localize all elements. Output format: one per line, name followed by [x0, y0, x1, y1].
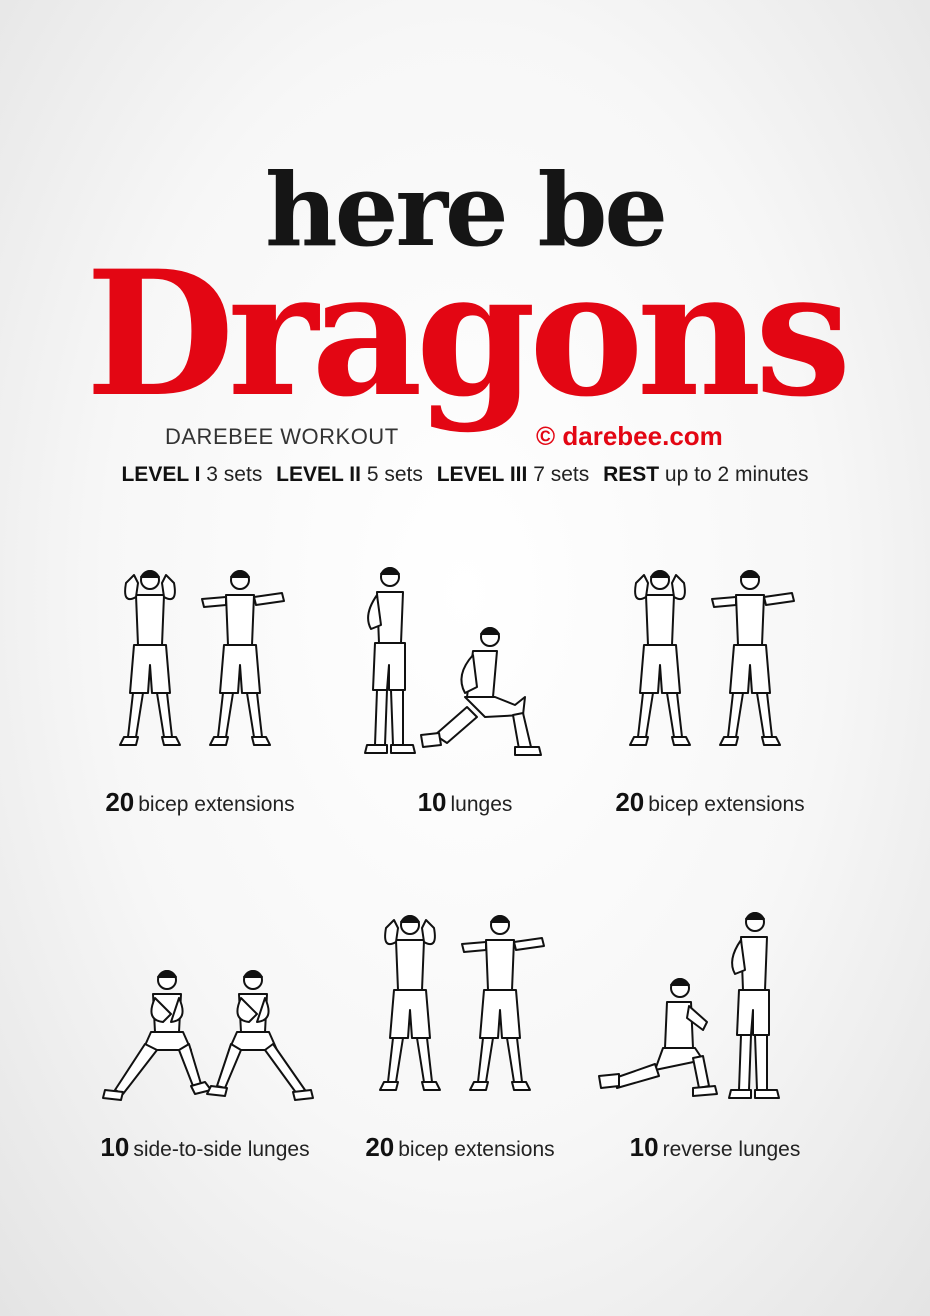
exercise-name-4: side-to-side lunges: [133, 1138, 310, 1161]
levels-line: LEVEL I 3 sets LEVEL II 5 sets LEVEL III…: [0, 463, 930, 487]
exercise-count-5: 20: [365, 1132, 395, 1162]
level-3-value: 7 sets: [533, 463, 590, 486]
copyright-link[interactable]: © darebee.com: [536, 421, 723, 452]
page-title-main: Dragons: [85, 232, 851, 435]
lunges-icon: [364, 567, 542, 756]
exercise-card-6: 10 reverse lunges: [585, 910, 845, 1170]
exercise-count-3: 20: [615, 787, 645, 817]
workout-subtitle: DAREBEE WORKOUT: [165, 424, 399, 449]
exercise-name-1: bicep extensions: [138, 793, 295, 816]
exercise-count-2: 10: [417, 787, 447, 817]
bicep-extensions-icon: [629, 570, 795, 746]
bicep-extensions-icon: [379, 915, 545, 1091]
level-2-value: 5 sets: [366, 463, 423, 486]
exercise-name-2: lunges: [450, 793, 513, 816]
level-3-name: LEVEL III: [436, 463, 528, 486]
level-1-name: LEVEL I: [121, 463, 201, 486]
exercise-name-6: reverse lunges: [662, 1138, 801, 1161]
exercise-card-4: 10 side-to-side lunges: [75, 910, 335, 1170]
exercise-label-3: 20 bicep extensions: [550, 787, 870, 818]
level-2-name: LEVEL II: [276, 463, 361, 486]
exercise-label-6: 10 reverse lunges: [555, 1132, 875, 1163]
exercise-count-6: 10: [629, 1132, 659, 1162]
exercise-card-5: 20 bicep extensions: [330, 910, 590, 1170]
level-1-value: 3 sets: [206, 463, 263, 486]
rest-value: up to 2 minutes: [664, 463, 809, 486]
exercise-card-3: 20 bicep extensions: [580, 565, 840, 825]
side-lunges-icon: [102, 970, 314, 1101]
reverse-lunges-icon: [598, 912, 780, 1099]
exercise-name-5: bicep extensions: [398, 1138, 555, 1161]
exercise-count-4: 10: [100, 1132, 130, 1162]
rest-name: REST: [603, 463, 660, 486]
exercise-card-2: 10 lunges: [335, 565, 595, 825]
exercise-count-1: 20: [105, 787, 135, 817]
bicep-extensions-icon: [119, 570, 285, 746]
exercise-name-3: bicep extensions: [648, 793, 805, 816]
exercise-card-1: 20 bicep extensions: [70, 565, 330, 825]
